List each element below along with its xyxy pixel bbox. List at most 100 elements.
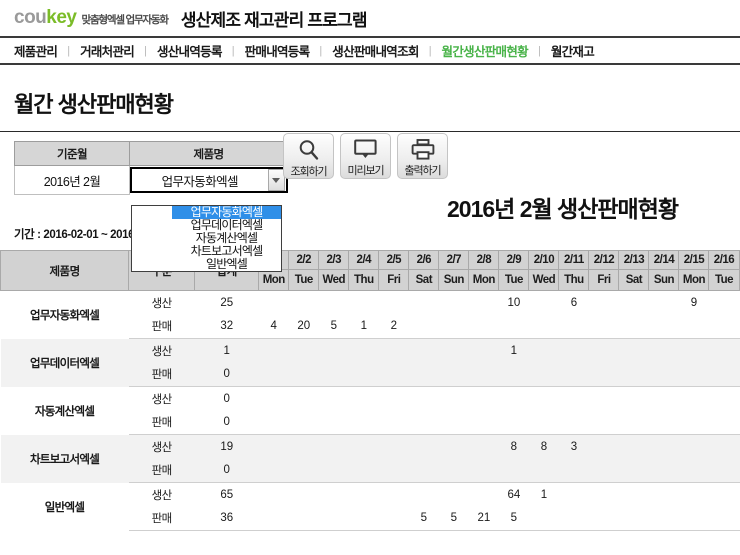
cell-day-production [708,338,739,363]
cell-day-production [588,482,619,507]
cell-day-sales [708,314,739,339]
cell-day-sales [318,458,349,483]
nav-item-sales-entry[interactable]: 판매내역등록 [245,41,311,60]
cell-day-production [258,290,289,315]
product-select[interactable]: 업무자동화엑셀 [130,167,288,194]
cell-day-sales [648,458,679,483]
table-row: 업무데이터엑셀 생산 1 1 [0,338,740,387]
cell-day-production [468,290,499,315]
cell-day-production [378,386,409,411]
cell-day-production [378,290,409,315]
cell-kind-production: 생산 [128,290,195,315]
cell-total-production: 65 [194,482,259,507]
col-header-dow: Fri [588,269,620,291]
printer-icon [411,138,435,161]
cell-product-name: 일반엑셀 [0,482,129,531]
cell-day-production [648,386,679,411]
nav-item-monthly-production-sales[interactable]: 월간생산판매현황 [442,41,529,60]
search-button[interactable]: 조회하기 [283,133,334,179]
chevron-down-icon[interactable] [267,169,285,192]
col-header-dow: Fri [378,269,410,291]
col-header-dow: Wed [528,269,560,291]
nav-separator: | [144,44,147,57]
col-header-dow: Mon [258,269,290,291]
cell-day-production [288,290,319,315]
cell-day-sales [618,362,649,387]
cell-day-production [498,386,529,411]
product-select-cell: 업무자동화엑셀 업무자동화엑셀 업무데이터엑셀 자동계산엑셀 차트보고서엑셀 일… [129,165,288,272]
cell-total-sales: 36 [194,506,259,531]
nav-item-production-entry[interactable]: 생산내역등록 [157,41,223,60]
cell-day-production: 9 [678,290,709,315]
product-select-value: 업무자동화엑셀 [161,174,239,189]
col-header-date: 2/14 [648,250,680,270]
cell-day-sales [708,362,739,387]
cell-kind-sales: 판매 [128,410,195,435]
cell-day-production [708,482,739,507]
col-header-date: 2/5 [378,250,410,270]
cell-day-sales [618,314,649,339]
cell-day-sales [468,410,499,435]
cell-day-production: 1 [498,338,529,363]
cell-day-production [588,290,619,315]
col-header-date: 2/12 [588,250,620,270]
product-dropdown-list[interactable]: 업무자동화엑셀 업무데이터엑셀 자동계산엑셀 차트보고서엑셀 일반엑셀 [131,204,282,272]
cell-day-production [408,338,439,363]
print-button[interactable]: 출력하기 [397,133,448,179]
cell-day-production [708,290,739,315]
cell-day-production: 8 [528,434,559,459]
nav-item-monthly-inventory[interactable]: 월간재고 [551,41,595,60]
cell-day-sales [258,458,289,483]
cell-day-production [558,338,589,363]
col-header-dow: Sat [618,269,650,291]
nav-item-production-sales-inquiry[interactable]: 생산판매내역조회 [332,41,419,60]
cell-day-sales [648,410,679,435]
cell-day-production [288,482,319,507]
cell-day-production [618,482,649,507]
cell-day-production: 64 [498,482,529,507]
cell-day-production [348,434,379,459]
table-body: 업무자동화엑셀 생산 25 10 6 9 판매 32 4 20 5 1 2 업무데이터엑셀 생산 1 1 판매 0 자… [0,290,740,531]
cell-day-production [348,338,379,363]
cell-day-sales [438,410,469,435]
nav-item-customer-management[interactable]: 거래처관리 [80,41,135,60]
dropdown-option-0[interactable]: 업무자동화엑셀 [172,205,281,219]
cell-kind-sales: 판매 [128,506,195,531]
dropdown-option-3[interactable]: 차트보고서엑셀 [172,244,281,258]
cell-day-production [528,290,559,315]
table-header-row-dates: 제품명 구분 합계 2/1 2/2 2/3 2/4 2/5 2/6 2/7 2/… [0,250,740,291]
col-header-dow: Wed [318,269,350,291]
col-header-date: 2/13 [618,250,650,270]
cell-day-production [678,386,709,411]
cell-day-sales [348,362,379,387]
cell-day-sales [288,506,319,531]
cell-day-sales [288,458,319,483]
cell-total-sales: 0 [194,458,259,483]
cell-day-sales [498,458,529,483]
preview-button[interactable]: 미리보기 [340,133,391,179]
cell-day-production [558,386,589,411]
col-header-dow: Sat [408,269,440,291]
col-header-dow: Thu [348,269,380,291]
col-header-dow: Mon [468,269,500,291]
magnifier-icon [297,138,321,162]
cell-day-sales [318,410,349,435]
cell-day-sales [498,362,529,387]
cell-day-production [708,434,739,459]
dropdown-option-2[interactable]: 자동계산엑셀 [172,231,281,245]
cell-day-sales [708,410,739,435]
cell-day-sales [378,362,409,387]
filter-month-value[interactable]: 2016년 2월 [14,165,130,195]
dropdown-option-1[interactable]: 업무데이터엑셀 [172,218,281,232]
cell-day-production [678,434,709,459]
table-row: 업무자동화엑셀 생산 25 10 6 9 [0,290,740,339]
cell-day-sales [438,314,469,339]
table-row: 차트보고서엑셀 생산 19 8 8 3 [0,434,740,483]
col-header-date: 2/7 [438,250,470,270]
cell-day-sales [588,410,619,435]
nav-item-product-management[interactable]: 제품관리 [14,41,58,60]
table-row: 일반엑셀 생산 65 64 1 [0,482,740,531]
dropdown-option-4[interactable]: 일반엑셀 [172,257,281,271]
cell-day-sales [618,506,649,531]
page-title: 월간 생산판매현황 [14,92,174,117]
